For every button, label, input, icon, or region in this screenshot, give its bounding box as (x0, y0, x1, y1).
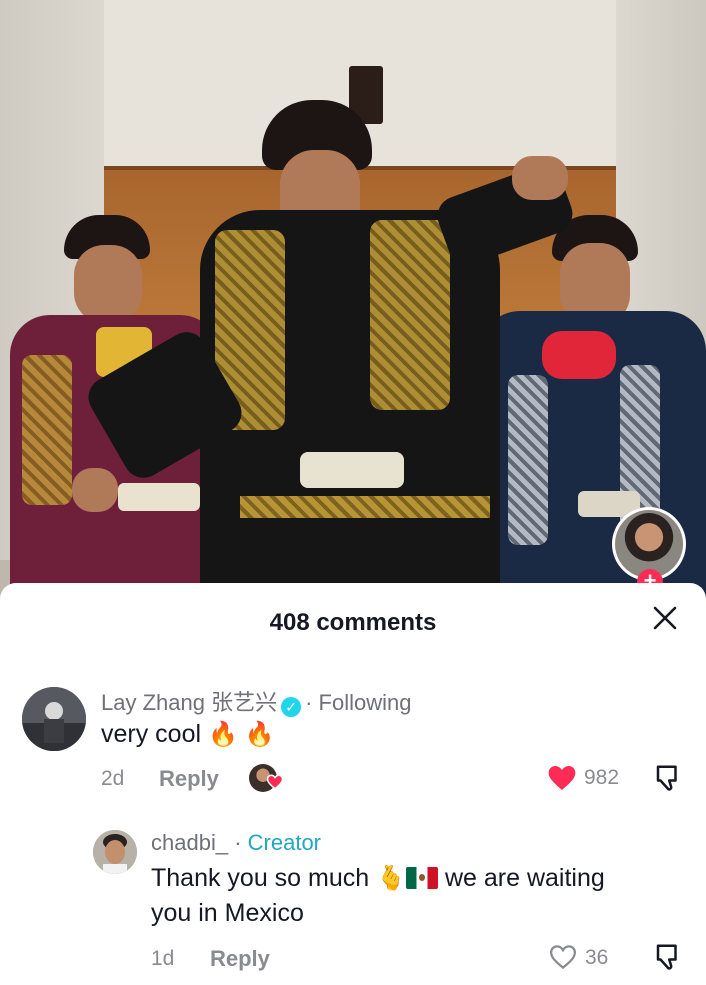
reply-text-part2: we are waiting (444, 864, 605, 892)
comment-age: 2d (101, 767, 125, 790)
heart-icon (266, 774, 284, 790)
reply-username-row: chadbi_ · Creator (151, 830, 321, 855)
dislike-icon[interactable] (653, 942, 683, 972)
video-player[interactable] (0, 0, 706, 600)
reply-text-part3: you in Mexico (151, 899, 304, 927)
avatar[interactable] (22, 687, 86, 751)
finger-heart-icon: 🫰 (376, 865, 407, 892)
heart-icon[interactable] (546, 762, 578, 794)
like-count: 36 (585, 946, 609, 969)
comment-text-row: very cool 🔥 🔥 (101, 717, 274, 752)
comments-sheet: 408 comments Lay Zhang 张艺兴 ✓ · Following v… (0, 583, 706, 985)
reply-username[interactable]: chadbi_ (151, 830, 228, 855)
comment-username-row: Lay Zhang 张艺兴 ✓ · Following (101, 690, 412, 717)
reply-text-part1: Thank you so much (151, 864, 370, 892)
reply-text: Thank you so much 🫰 we are waiting you i… (151, 861, 691, 930)
heart-icon[interactable] (548, 942, 578, 972)
reply-item: chadbi_ · Creator Thank you so much 🫰 we… (0, 813, 706, 985)
mexico-flag-icon (406, 867, 439, 889)
comment-text: very cool (101, 720, 202, 748)
performer-center (72, 100, 580, 600)
fire-icon: 🔥 🔥 (208, 721, 275, 748)
reply-button[interactable]: Reply (159, 766, 219, 792)
creator-badge: Creator (247, 830, 321, 855)
following-status: Following (318, 690, 412, 715)
verified-icon: ✓ (281, 697, 302, 717)
comment-username[interactable]: Lay Zhang 张艺兴 (101, 690, 277, 715)
avatar[interactable] (93, 830, 137, 874)
comment-item: Lay Zhang 张艺兴 ✓ · Following very cool 🔥 🔥 … (0, 583, 706, 813)
like-count: 982 (584, 766, 620, 789)
dislike-icon[interactable] (653, 763, 683, 793)
reply-button[interactable]: Reply (210, 946, 270, 972)
reply-age: 1d (151, 947, 175, 970)
